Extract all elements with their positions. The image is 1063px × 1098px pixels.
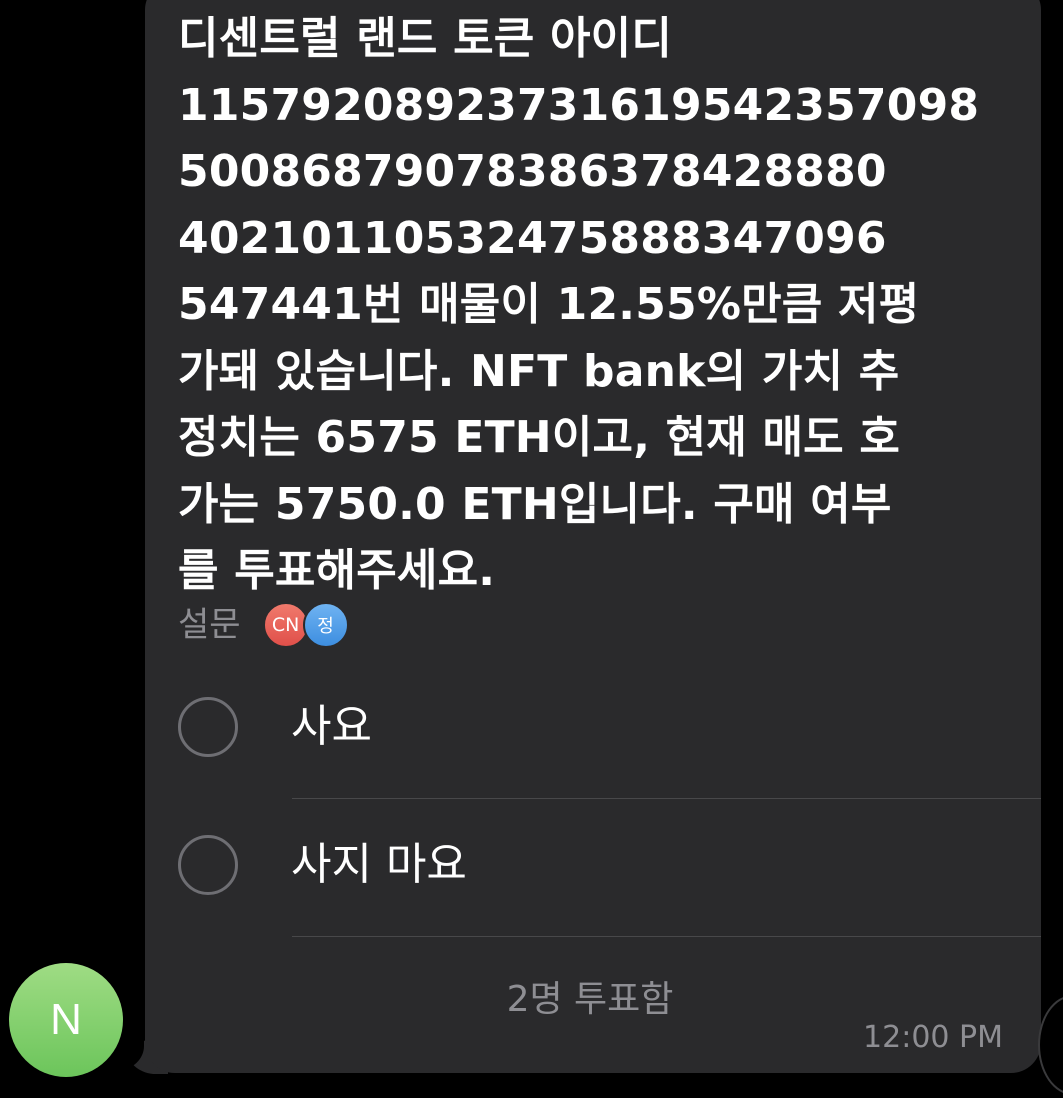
option-divider (292, 936, 1041, 937)
question-line-5: 547441번 매물이 12.55%만큼 저평 (178, 279, 920, 330)
poll-question-text: 디센트럴 랜드 토큰 아이디 1157920892373161954235709… (178, 6, 979, 605)
radio-button[interactable] (178, 697, 238, 757)
poll-option-dont-buy[interactable]: 사지 마요 (178, 832, 1041, 902)
message-timestamp: 12:00 PM (863, 1020, 1003, 1055)
survey-header: 설문 CN 정 (178, 600, 349, 650)
question-line-2: 11579208923731619542357098 (178, 79, 980, 131)
poll-option-label: 사요 (291, 701, 372, 752)
question-line-3: 50086879078386378428880 (178, 146, 887, 197)
sender-avatar[interactable]: N (9, 963, 123, 1077)
question-line-9: 를 투표해주세요. (178, 545, 496, 596)
question-line-4: 40210110532475888347096 (178, 212, 887, 264)
voter-avatar[interactable]: CN (262, 602, 309, 648)
chat-screen: 디센트럴 랜드 토큰 아이디 1157920892373161954235709… (0, 0, 1063, 1098)
question-line-6: 가돼 있습니다. NFT bank의 가치 추 (178, 345, 900, 397)
partial-button[interactable] (1038, 995, 1063, 1095)
question-line-7: 정치는 6575 ETH이고, 현재 매도 호 (178, 412, 901, 463)
survey-label: 설문 (178, 605, 241, 645)
radio-button[interactable] (178, 835, 238, 895)
question-line-1: 디센트럴 랜드 토큰 아이디 (178, 13, 673, 64)
voter-avatar[interactable]: 정 (302, 602, 349, 648)
avatar-initial: N (50, 995, 82, 1044)
option-divider (292, 798, 1041, 799)
vote-count[interactable]: 2명 투표함 (430, 974, 750, 1026)
poll-option-label: 사지 마요 (291, 839, 467, 890)
question-line-8: 가는 5750.0 ETH입니다. 구매 여부 (178, 478, 892, 530)
poll-option-buy[interactable]: 사요 (178, 694, 1041, 764)
